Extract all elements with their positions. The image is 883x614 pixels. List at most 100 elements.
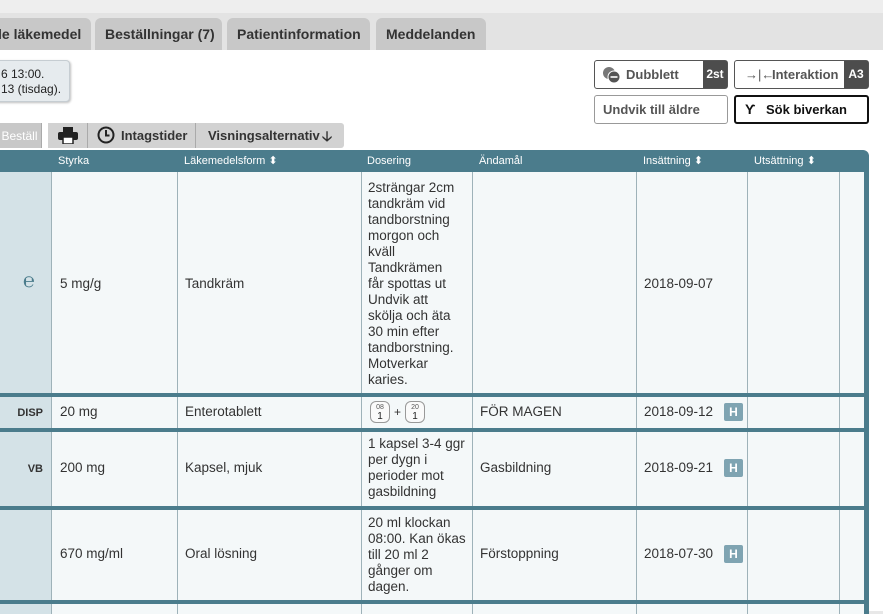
insattning-text: 2018-07-30 xyxy=(644,546,714,561)
dosering-line: perioder mot xyxy=(368,468,444,483)
undvik-label: Undvik till äldre xyxy=(603,102,700,117)
dosering-cell: 20 ml klockan 08:00. Kan ökas till 20 ml… xyxy=(362,510,473,600)
form-cell: Oral lösning xyxy=(178,510,362,600)
dosering-cell: 1 kapsel 3-4 ggr per dygn i perioder mot… xyxy=(362,432,473,506)
styrka-text: 5 mg/g xyxy=(60,276,102,291)
insattning-cell xyxy=(637,604,748,614)
col-styrka: Styrka xyxy=(58,155,90,167)
tab-lakemedel[interactable]: le läkemedel xyxy=(0,18,91,50)
dosering-line: skölja och äta xyxy=(368,308,451,323)
styrka-text: 670 mg/ml xyxy=(60,546,124,561)
dubblett-icon xyxy=(602,66,622,84)
dosering-line: 1 kapsel 3-4 ggr xyxy=(368,436,465,451)
table-row[interactable]: VB 200 mg Kapsel, mjuk 1 kapsel 3-4 ggr … xyxy=(0,432,869,506)
tab-label: Meddelanden xyxy=(386,26,476,42)
h-badge[interactable]: H xyxy=(724,459,743,477)
table-row[interactable] xyxy=(0,604,869,614)
tab-bar: le läkemedel Beställningar (7) Patientin… xyxy=(0,13,883,50)
form-cell: Kapsel, mjuk xyxy=(178,432,362,506)
dubblett-label: Dubblett xyxy=(626,67,679,82)
intagstider-button[interactable]: Intagstider xyxy=(88,123,196,148)
dubblett-count-badge: 2st xyxy=(703,61,727,88)
col-label: Läkemedelsform xyxy=(184,155,266,167)
dosering-line: karies. xyxy=(368,372,408,387)
dosering-line: tandborstning. xyxy=(368,340,454,355)
styrka-text: 20 mg xyxy=(60,404,98,419)
main-content: 6 13:00. 13 (tisdag). Dubblett 2st →|← I… xyxy=(0,50,883,614)
utsattning-cell xyxy=(748,397,840,428)
andamal-text: FÖR MAGEN xyxy=(480,404,562,419)
dosering-line: Tandkrämen xyxy=(368,260,443,275)
styrka-cell: 200 mg xyxy=(52,432,178,506)
dosering-text: 20 ml klockan 08:00. Kan ökas till 20 ml… xyxy=(368,515,468,595)
form-cell: Tandkräm xyxy=(178,172,362,393)
andamal-cell xyxy=(473,604,637,614)
table-row[interactable]: 670 mg/ml Oral lösning 20 ml klockan 08:… xyxy=(0,510,869,600)
interaktion-button[interactable]: →|← Interaktion A3 xyxy=(734,60,869,89)
visningsalternativ-button[interactable]: Visningsalternativ 🡣 xyxy=(196,123,344,148)
dosering-cell xyxy=(362,604,473,614)
date-info-box: 6 13:00. 13 (tisdag). xyxy=(0,60,70,102)
dosering-line: morgon och xyxy=(368,228,440,243)
col-insattning[interactable]: Insättning ⬍ xyxy=(643,150,703,172)
styrka-cell: 670 mg/ml xyxy=(52,510,178,600)
right-edge-bar xyxy=(864,432,869,506)
table-row[interactable]: DISP 20 mg Enterotablett 08 1 + 20 1 FÖR M… xyxy=(0,397,869,428)
interaktion-level-badge: A3 xyxy=(844,61,868,88)
dosering-line: gasbildning xyxy=(368,484,437,499)
insattning-text: 2018-09-12 xyxy=(644,404,714,419)
visning-label: Visningsalternativ xyxy=(208,128,320,143)
bestall-button[interactable]: Beställ xyxy=(0,123,42,148)
h-badge[interactable]: H xyxy=(724,545,743,563)
dubblett-button[interactable]: Dubblett 2st xyxy=(594,60,728,89)
sok-biverkan-button[interactable]: Ƴ Sök biverkan xyxy=(734,95,869,124)
form-cell xyxy=(178,604,362,614)
col-utsattning[interactable]: Utsättning ⬍ xyxy=(754,150,816,172)
form-cell: Enterotablett xyxy=(178,397,362,428)
tab-label: Patientinformation xyxy=(237,26,361,42)
sort-icon: ⬍ xyxy=(268,155,278,167)
right-edge-bar xyxy=(864,172,869,393)
col-label: Utsättning xyxy=(754,155,804,167)
dosering-line: per dygn i xyxy=(368,452,428,467)
e-prescription-icon: ℮ xyxy=(23,270,36,292)
row-scroll-cell xyxy=(840,604,864,614)
dosering-line: Motverkar xyxy=(368,356,429,371)
dosering-line: tandkräm vid xyxy=(368,196,446,211)
dosering-line: kväll xyxy=(368,244,396,259)
dosering-line: tandborstning xyxy=(368,212,450,227)
andamal-cell: Förstoppning xyxy=(473,510,637,600)
arrow-down-icon: 🡣 xyxy=(322,128,333,144)
tab-meddelanden[interactable]: Meddelanden xyxy=(376,18,486,50)
col-andamal: Ändamål xyxy=(479,155,523,167)
tab-patientinformation[interactable]: Patientinformation xyxy=(227,18,370,50)
dose-plus: + xyxy=(394,405,402,419)
tab-bestallningar[interactable]: Beställningar (7) xyxy=(95,18,222,50)
andamal-cell xyxy=(473,172,637,393)
insattning-cell: 2018-09-07 xyxy=(637,172,748,393)
h-badge[interactable]: H xyxy=(724,403,743,421)
utsattning-cell xyxy=(748,432,840,506)
right-edge-bar xyxy=(864,397,869,428)
table-row[interactable]: ℮ 5 mg/g Tandkräm 2strängar 2cm tandkräm… xyxy=(0,172,869,393)
row-code-cell xyxy=(0,510,52,600)
dosering-line: får spottas ut xyxy=(368,276,447,291)
col-dosering: Dosering xyxy=(367,155,412,167)
top-strip xyxy=(0,0,883,13)
andamal-text: Förstoppning xyxy=(480,546,559,561)
biverkan-label: Sök biverkan xyxy=(766,102,847,117)
undvik-aldre-button[interactable]: Undvik till äldre xyxy=(594,95,728,124)
row-scroll-cell xyxy=(840,510,864,600)
col-lakemedelsform[interactable]: Läkemedelsform ⬍ xyxy=(184,150,278,172)
clock-icon xyxy=(97,126,115,153)
styrka-text: 200 mg xyxy=(60,460,106,475)
print-button[interactable] xyxy=(48,123,88,148)
right-edge-bar xyxy=(864,510,869,600)
dosering-text: 1 kapsel 3-4 ggr per dygn i perioder mot… xyxy=(368,436,468,500)
row-code: DISP xyxy=(17,407,43,419)
row-scroll-cell xyxy=(840,397,864,428)
date-line-2: 13 (tisdag). xyxy=(1,82,62,96)
table-header: Styrka Läkemedelsform ⬍ Dosering Ändamål… xyxy=(0,150,869,172)
andamal-cell: Gasbildning xyxy=(473,432,637,506)
biverkan-icon: Ƴ xyxy=(745,101,756,117)
